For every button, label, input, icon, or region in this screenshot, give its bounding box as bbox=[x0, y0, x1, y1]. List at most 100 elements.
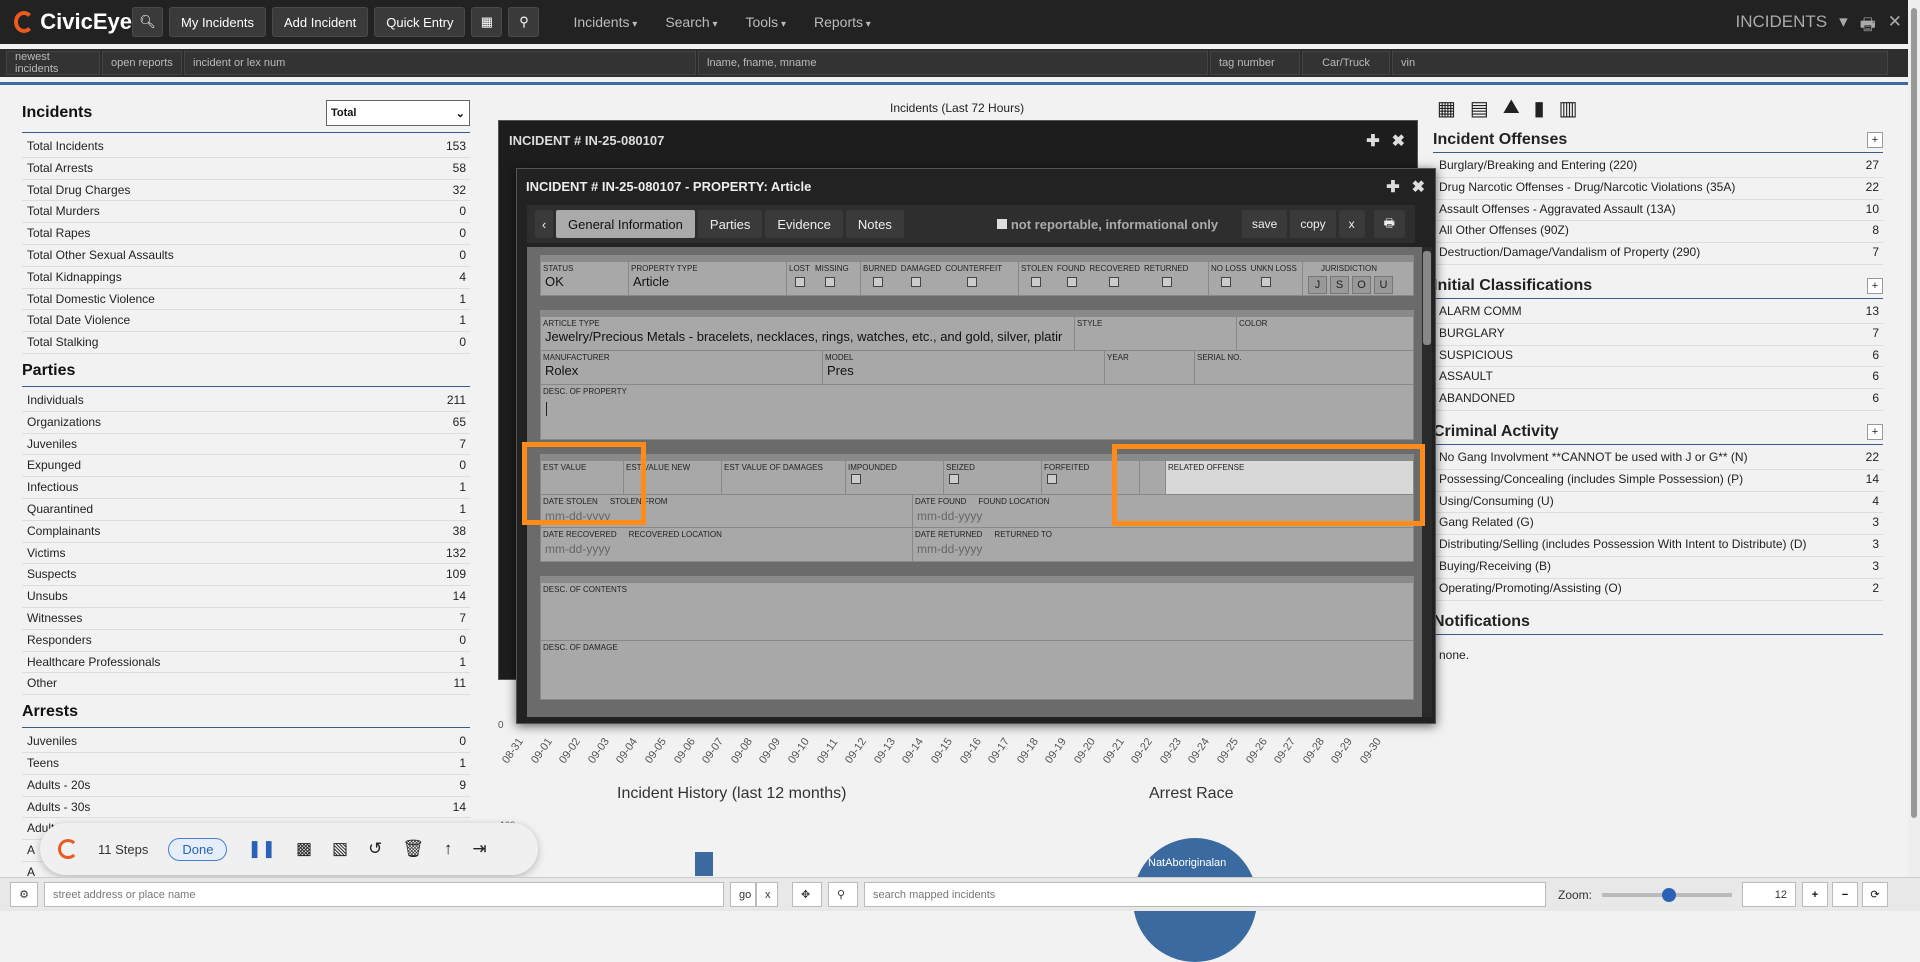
classification-row[interactable]: BURGLARY 7 bbox=[1433, 324, 1883, 346]
zoom-slider-handle[interactable] bbox=[1662, 887, 1677, 902]
add-incident-button[interactable]: Add Incident bbox=[271, 7, 369, 37]
serial-field[interactable]: SERIAL NO. bbox=[1195, 351, 1413, 384]
arrest-stat-row[interactable]: Teens 1 bbox=[22, 753, 470, 775]
calendar-icon[interactable]: ▤ bbox=[1470, 96, 1489, 121]
forfeited-checkbox[interactable] bbox=[1047, 474, 1057, 484]
incidents-total-select[interactable]: Total ⌄ bbox=[326, 100, 470, 126]
style-field[interactable]: STYLE bbox=[1075, 317, 1237, 350]
party-stat-row[interactable]: Witnesses 7 bbox=[22, 608, 470, 630]
print-button[interactable]: 🖶 bbox=[1373, 210, 1405, 238]
criminal-activity-row[interactable]: Buying/Receiving (B) 3 bbox=[1433, 557, 1883, 579]
name-search-input[interactable]: lname, fname, mname bbox=[698, 51, 1208, 75]
newest-incidents-button[interactable]: newest incidents bbox=[6, 51, 100, 75]
page-label-chevron-icon[interactable]: ▾ bbox=[1839, 12, 1848, 41]
criminal-activity-row[interactable]: Using/Consuming (U) 4 bbox=[1433, 492, 1883, 514]
calculator-button[interactable]: ▦ bbox=[471, 7, 503, 37]
party-stat-row[interactable]: Infectious 1 bbox=[22, 477, 470, 499]
incident-stat-row[interactable]: Total Stalking 0 bbox=[22, 332, 470, 354]
search-mapped-input[interactable]: search mapped incidents bbox=[864, 882, 1546, 907]
search-button[interactable]: 🔍︎ bbox=[132, 7, 163, 37]
party-stat-row[interactable]: Responders 0 bbox=[22, 630, 470, 652]
jurisdiction-o-button[interactable]: O bbox=[1352, 276, 1371, 294]
my-incidents-button[interactable]: My Incidents bbox=[169, 7, 266, 37]
blur-icon[interactable]: ▩ bbox=[296, 839, 312, 859]
vehicle-type-select[interactable]: Car/Truck bbox=[1302, 51, 1390, 75]
expand-classifications-button[interactable]: + bbox=[1867, 277, 1883, 294]
arrest-stat-row[interactable]: Adults - 20s 9 bbox=[22, 775, 470, 797]
document-icon[interactable]: ▮ bbox=[1534, 96, 1545, 121]
description-field[interactable]: DESC. OF PROPERTY bbox=[541, 385, 1413, 439]
zoom-slider[interactable] bbox=[1602, 887, 1733, 902]
zoom-in-button[interactable]: + bbox=[1802, 882, 1829, 907]
not-reportable-checkbox[interactable] bbox=[996, 219, 1007, 229]
incident-stat-row[interactable]: Total Kidnappings 4 bbox=[22, 267, 470, 289]
incident-stat-row[interactable]: Total Other Sexual Assaults 0 bbox=[22, 245, 470, 267]
app-logo[interactable]: CivicEye bbox=[0, 9, 132, 35]
status-field[interactable]: STATUS OK bbox=[541, 262, 629, 295]
classification-row[interactable]: ALARM COMM 13 bbox=[1433, 302, 1883, 324]
party-stat-row[interactable]: Victims 132 bbox=[22, 543, 470, 565]
color-field[interactable]: COLOR bbox=[1237, 317, 1413, 350]
zoom-value-input[interactable]: 12 bbox=[1742, 882, 1797, 907]
damaged-checkbox[interactable] bbox=[910, 277, 921, 287]
page-scrollbar[interactable] bbox=[1908, 0, 1920, 877]
counterfeit-checkbox[interactable] bbox=[967, 277, 978, 287]
trash-icon[interactable]: 🗑 bbox=[402, 839, 424, 859]
property-type-field[interactable]: PROPERTY TYPE Article bbox=[629, 262, 787, 295]
go-button[interactable]: go bbox=[730, 882, 756, 907]
unkn-loss-checkbox[interactable] bbox=[1260, 277, 1271, 287]
party-stat-row[interactable]: Quarantined 1 bbox=[22, 499, 470, 521]
incident-stat-row[interactable]: Total Rapes 0 bbox=[22, 223, 470, 245]
year-field[interactable]: YEAR bbox=[1105, 351, 1195, 384]
incident-stat-row[interactable]: Total Murders 0 bbox=[22, 201, 470, 224]
offense-row[interactable]: Assault Offenses - Aggravated Assault (1… bbox=[1433, 200, 1883, 222]
offense-row[interactable]: Burglary/Breaking and Entering (220) 27 bbox=[1433, 156, 1883, 178]
menu-reports[interactable]: Reports bbox=[814, 14, 871, 30]
classification-row[interactable]: ASSAULT 6 bbox=[1433, 367, 1883, 390]
tab-general-information[interactable]: General Information bbox=[556, 210, 695, 238]
est-damages-field[interactable]: EST VALUE OF DAMAGES bbox=[722, 461, 846, 494]
refresh-button[interactable]: ⟳ bbox=[1862, 882, 1889, 907]
date-recovered-input[interactable]: mm-dd-yyyy bbox=[543, 542, 910, 556]
incident-stat-row[interactable]: Total Arrests 58 bbox=[22, 158, 470, 180]
article-type-field[interactable]: ARTICLE TYPE Jewelry/Precious Metals - b… bbox=[541, 317, 1075, 350]
incident-stat-row[interactable]: Total Date Violence 1 bbox=[22, 310, 470, 333]
date-recovered-field[interactable]: DATE RECOVERED RECOVERED LOCATION mm-dd-y… bbox=[541, 528, 913, 561]
settings-button[interactable]: ⚙ bbox=[10, 882, 38, 907]
scroll-thumb[interactable] bbox=[1423, 251, 1431, 345]
expand-offenses-button[interactable]: + bbox=[1867, 132, 1883, 148]
map-icon[interactable]: ⛰ bbox=[1503, 96, 1520, 121]
party-stat-row[interactable]: Individuals 211 bbox=[22, 390, 470, 412]
jurisdiction-j-button[interactable]: J bbox=[1308, 276, 1327, 294]
back-button[interactable]: ‹ bbox=[535, 210, 553, 238]
tab-parties[interactable]: Parties bbox=[697, 210, 763, 238]
manufacturer-field[interactable]: MANUFACTURER Rolex bbox=[541, 351, 823, 384]
missing-checkbox[interactable] bbox=[825, 277, 835, 287]
expand-criminal-button[interactable]: + bbox=[1867, 423, 1883, 440]
jurisdiction-u-button[interactable]: U bbox=[1374, 276, 1393, 294]
incident-stat-row[interactable]: Total Drug Charges 32 bbox=[22, 180, 470, 202]
crosshair-button[interactable]: ✥ bbox=[792, 882, 822, 907]
no-loss-checkbox[interactable] bbox=[1221, 277, 1231, 287]
classification-row[interactable]: SUSPICIOUS 6 bbox=[1433, 346, 1883, 368]
criminal-activity-row[interactable]: Gang Related (G) 3 bbox=[1433, 513, 1883, 536]
done-button[interactable]: Done bbox=[168, 837, 228, 861]
incident-number-input[interactable]: incident or lex num bbox=[184, 51, 696, 75]
quick-entry-button[interactable]: Quick Entry bbox=[374, 7, 466, 37]
save-button[interactable]: save bbox=[1241, 210, 1288, 238]
model-field[interactable]: MODEL Pres bbox=[823, 351, 1105, 384]
arrest-stat-row[interactable]: Juveniles 0 bbox=[22, 731, 470, 753]
returned-checkbox[interactable] bbox=[1162, 277, 1173, 287]
burned-checkbox[interactable] bbox=[873, 277, 883, 287]
contents-field[interactable]: DESC. OF CONTENTS bbox=[541, 583, 1413, 640]
close-icon[interactable]: ✕ bbox=[1888, 12, 1902, 41]
address-input[interactable]: street address or place name bbox=[44, 882, 724, 907]
party-stat-row[interactable]: Unsubs 14 bbox=[22, 586, 470, 608]
tag-number-input[interactable]: tag number bbox=[1210, 51, 1300, 75]
party-stat-row[interactable]: Other 11 bbox=[22, 673, 470, 696]
criminal-activity-row[interactable]: No Gang Involvment **CANNOT be used with… bbox=[1433, 448, 1883, 470]
damage-desc-field[interactable]: DESC. OF DAMAGE bbox=[541, 641, 1413, 699]
arrest-stat-row[interactable]: Adults - 30s 14 bbox=[22, 797, 470, 819]
party-stat-row[interactable]: Organizations 65 bbox=[22, 412, 470, 434]
recovered-checkbox[interactable] bbox=[1109, 277, 1120, 287]
